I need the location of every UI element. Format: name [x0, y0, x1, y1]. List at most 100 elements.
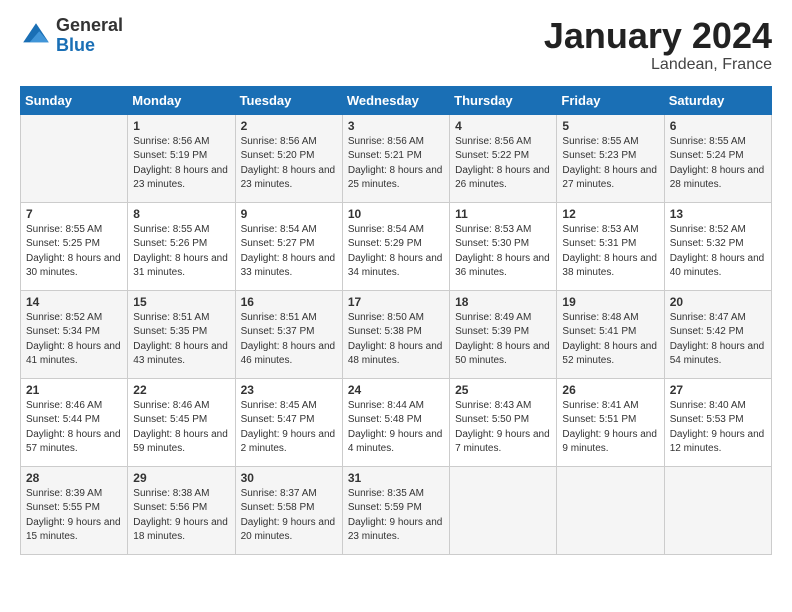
day-number: 26	[562, 383, 658, 397]
calendar-cell	[21, 114, 128, 202]
day-number: 31	[348, 471, 444, 485]
week-row-1: 1 Sunrise: 8:56 AMSunset: 5:19 PMDaylight…	[21, 114, 772, 202]
calendar-cell: 24 Sunrise: 8:44 AMSunset: 5:48 PMDayligh…	[342, 378, 449, 466]
day-number: 6	[670, 119, 766, 133]
day-info: Sunrise: 8:48 AMSunset: 5:41 PMDaylight:…	[562, 311, 658, 369]
day-header-sunday: Sunday	[21, 86, 128, 114]
calendar-cell: 22Sunrise: 8:46 AMSunset: 5:45 PMDayligh…	[128, 378, 235, 466]
day-number: 11	[455, 207, 551, 221]
calendar-cell: 1 Sunrise: 8:56 AMSunset: 5:19 PMDaylight…	[128, 114, 235, 202]
day-header-saturday: Saturday	[664, 86, 771, 114]
logo-general-text: General	[56, 16, 123, 36]
day-number: 10	[348, 207, 444, 221]
logo-icon	[20, 20, 52, 52]
day-number: 30	[241, 471, 337, 485]
day-info: Sunrise: 8:56 AMSunset: 5:19 PMDaylight:…	[133, 135, 229, 193]
day-info: Sunrise: 8:44 AMSunset: 5:48 PMDaylight:…	[348, 399, 444, 457]
calendar-cell: 15Sunrise: 8:51 AMSunset: 5:35 PMDayligh…	[128, 290, 235, 378]
day-number: 12	[562, 207, 658, 221]
day-number: 16	[241, 295, 337, 309]
day-number: 4	[455, 119, 551, 133]
day-number: 24	[348, 383, 444, 397]
calendar-cell: 23 Sunrise: 8:45 AMSunset: 5:47 PMDayligh…	[235, 378, 342, 466]
calendar-cell: 17Sunrise: 8:50 AMSunset: 5:38 PMDayligh…	[342, 290, 449, 378]
calendar-title: January 2024	[544, 16, 772, 56]
calendar-cell: 2Sunrise: 8:56 AMSunset: 5:20 PMDaylight…	[235, 114, 342, 202]
calendar-cell: 5Sunrise: 8:55 AMSunset: 5:23 PMDaylight…	[557, 114, 664, 202]
week-row-2: 7 Sunrise: 8:55 AMSunset: 5:25 PMDaylight…	[21, 202, 772, 290]
day-info: Sunrise: 8:56 AMSunset: 5:20 PMDaylight:…	[241, 135, 337, 193]
week-row-4: 21Sunrise: 8:46 AMSunset: 5:44 PMDayligh…	[21, 378, 772, 466]
day-info: Sunrise: 8:40 AMSunset: 5:53 PMDaylight:…	[670, 399, 766, 457]
day-number: 8	[133, 207, 229, 221]
calendar-cell: 21Sunrise: 8:46 AMSunset: 5:44 PMDayligh…	[21, 378, 128, 466]
calendar-cell: 29Sunrise: 8:38 AMSunset: 5:56 PMDayligh…	[128, 466, 235, 554]
week-row-5: 28Sunrise: 8:39 AMSunset: 5:55 PMDayligh…	[21, 466, 772, 554]
day-number: 3	[348, 119, 444, 133]
logo: General Blue	[20, 16, 123, 56]
day-number: 19	[562, 295, 658, 309]
calendar-cell	[664, 466, 771, 554]
logo-blue-text: Blue	[56, 36, 123, 56]
day-header-thursday: Thursday	[450, 86, 557, 114]
day-info: Sunrise: 8:46 AMSunset: 5:45 PMDaylight:…	[133, 399, 229, 457]
day-header-row: SundayMondayTuesdayWednesdayThursdayFrid…	[21, 86, 772, 114]
calendar-cell	[450, 466, 557, 554]
day-info: Sunrise: 8:56 AMSunset: 5:21 PMDaylight:…	[348, 135, 444, 193]
day-info: Sunrise: 8:51 AMSunset: 5:35 PMDaylight:…	[133, 311, 229, 369]
day-info: Sunrise: 8:43 AMSunset: 5:50 PMDaylight:…	[455, 399, 551, 457]
day-info: Sunrise: 8:45 AMSunset: 5:47 PMDaylight:…	[241, 399, 337, 457]
page-header: General Blue January 2024 Landean, Franc…	[20, 16, 772, 74]
day-number: 18	[455, 295, 551, 309]
day-info: Sunrise: 8:53 AMSunset: 5:31 PMDaylight:…	[562, 223, 658, 281]
calendar-cell: 16 Sunrise: 8:51 AMSunset: 5:37 PMDayligh…	[235, 290, 342, 378]
day-info: Sunrise: 8:55 AMSunset: 5:23 PMDaylight:…	[562, 135, 658, 193]
day-header-wednesday: Wednesday	[342, 86, 449, 114]
day-number: 27	[670, 383, 766, 397]
calendar-table: SundayMondayTuesdayWednesdayThursdayFrid…	[20, 86, 772, 555]
day-info: Sunrise: 8:35 AMSunset: 5:59 PMDaylight:…	[348, 487, 444, 545]
calendar-subtitle: Landean, France	[544, 56, 772, 74]
day-number: 14	[26, 295, 122, 309]
day-number: 21	[26, 383, 122, 397]
calendar-cell: 7 Sunrise: 8:55 AMSunset: 5:25 PMDaylight…	[21, 202, 128, 290]
day-info: Sunrise: 8:37 AMSunset: 5:58 PMDaylight:…	[241, 487, 337, 545]
day-info: Sunrise: 8:56 AMSunset: 5:22 PMDaylight:…	[455, 135, 551, 193]
day-info: Sunrise: 8:53 AMSunset: 5:30 PMDaylight:…	[455, 223, 551, 281]
day-number: 13	[670, 207, 766, 221]
day-number: 1	[133, 119, 229, 133]
day-info: Sunrise: 8:38 AMSunset: 5:56 PMDaylight:…	[133, 487, 229, 545]
calendar-cell: 18 Sunrise: 8:49 AMSunset: 5:39 PMDayligh…	[450, 290, 557, 378]
day-info: Sunrise: 8:49 AMSunset: 5:39 PMDaylight:…	[455, 311, 551, 369]
calendar-cell: 4 Sunrise: 8:56 AMSunset: 5:22 PMDaylight…	[450, 114, 557, 202]
day-info: Sunrise: 8:52 AMSunset: 5:34 PMDaylight:…	[26, 311, 122, 369]
day-info: Sunrise: 8:41 AMSunset: 5:51 PMDaylight:…	[562, 399, 658, 457]
day-info: Sunrise: 8:55 AMSunset: 5:26 PMDaylight:…	[133, 223, 229, 281]
calendar-cell: 26 Sunrise: 8:41 AMSunset: 5:51 PMDayligh…	[557, 378, 664, 466]
calendar-cell: 6 Sunrise: 8:55 AMSunset: 5:24 PMDaylight…	[664, 114, 771, 202]
day-number: 25	[455, 383, 551, 397]
day-number: 7	[26, 207, 122, 221]
calendar-cell: 10 Sunrise: 8:54 AMSunset: 5:29 PMDayligh…	[342, 202, 449, 290]
calendar-cell: 8 Sunrise: 8:55 AMSunset: 5:26 PMDaylight…	[128, 202, 235, 290]
calendar-cell: 13Sunrise: 8:52 AMSunset: 5:32 PMDayligh…	[664, 202, 771, 290]
calendar-cell: 11 Sunrise: 8:53 AMSunset: 5:30 PMDayligh…	[450, 202, 557, 290]
day-info: Sunrise: 8:39 AMSunset: 5:55 PMDaylight:…	[26, 487, 122, 545]
day-number: 17	[348, 295, 444, 309]
day-header-tuesday: Tuesday	[235, 86, 342, 114]
logo-text: General Blue	[56, 16, 123, 56]
calendar-cell: 19 Sunrise: 8:48 AMSunset: 5:41 PMDayligh…	[557, 290, 664, 378]
day-number: 23	[241, 383, 337, 397]
day-number: 20	[670, 295, 766, 309]
calendar-cell: 3 Sunrise: 8:56 AMSunset: 5:21 PMDaylight…	[342, 114, 449, 202]
calendar-cell: 28Sunrise: 8:39 AMSunset: 5:55 PMDayligh…	[21, 466, 128, 554]
day-info: Sunrise: 8:54 AMSunset: 5:27 PMDaylight:…	[241, 223, 337, 281]
day-info: Sunrise: 8:55 AMSunset: 5:24 PMDaylight:…	[670, 135, 766, 193]
day-info: Sunrise: 8:54 AMSunset: 5:29 PMDaylight:…	[348, 223, 444, 281]
day-info: Sunrise: 8:51 AMSunset: 5:37 PMDaylight:…	[241, 311, 337, 369]
day-info: Sunrise: 8:55 AMSunset: 5:25 PMDaylight:…	[26, 223, 122, 281]
day-info: Sunrise: 8:47 AMSunset: 5:42 PMDaylight:…	[670, 311, 766, 369]
calendar-cell: 30 Sunrise: 8:37 AMSunset: 5:58 PMDayligh…	[235, 466, 342, 554]
calendar-cell: 27 Sunrise: 8:40 AMSunset: 5:53 PMDayligh…	[664, 378, 771, 466]
calendar-cell: 12 Sunrise: 8:53 AMSunset: 5:31 PMDayligh…	[557, 202, 664, 290]
